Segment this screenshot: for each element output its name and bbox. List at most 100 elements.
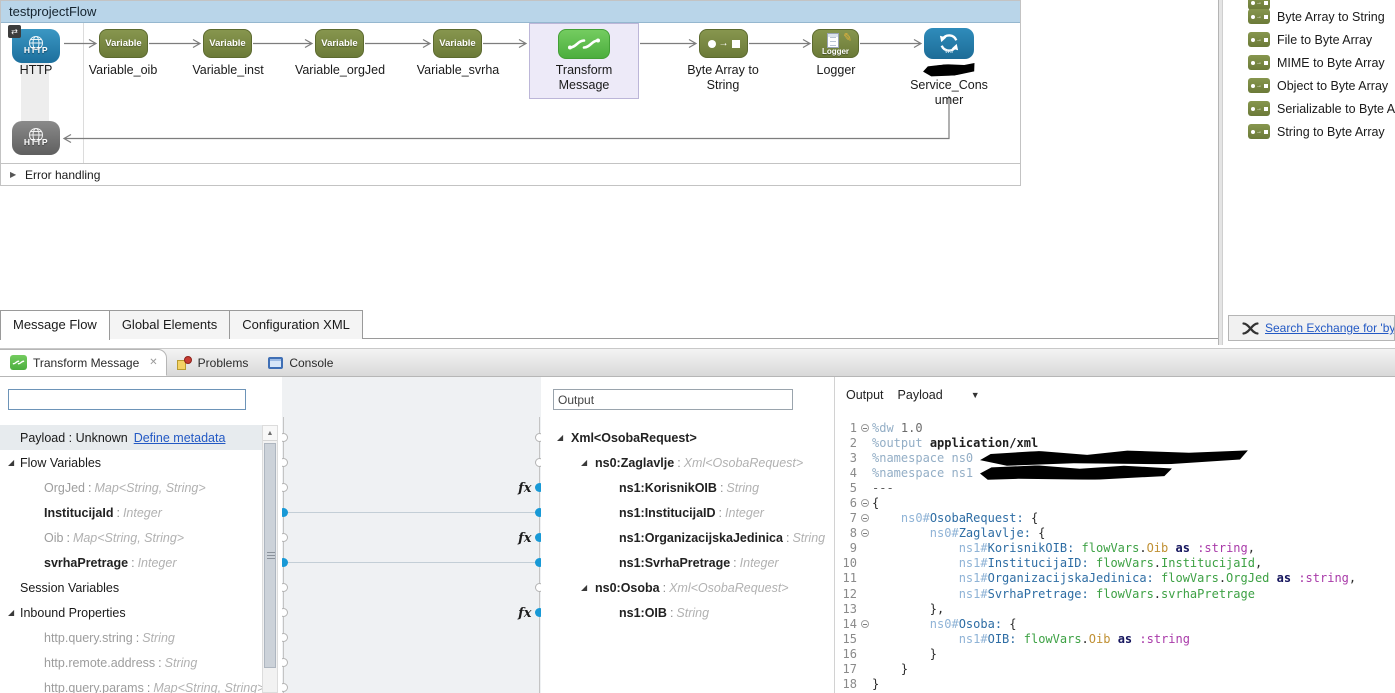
transform-message-node[interactable] xyxy=(558,29,610,59)
variable-node[interactable]: Variable xyxy=(433,29,482,58)
source-anchor-connected[interactable] xyxy=(282,558,288,567)
palette-item[interactable]: → Object to Byte Array xyxy=(1248,74,1395,97)
source-anchor[interactable] xyxy=(282,533,288,542)
field-type: Map<String, String> xyxy=(153,680,262,693)
twistie-expanded-icon[interactable]: ◢ xyxy=(581,458,587,467)
field-type: Map<String, String> xyxy=(72,530,185,545)
fold-marker[interactable] xyxy=(857,423,872,432)
scroll-up-arrow[interactable]: ▲ xyxy=(263,426,277,441)
http-response-node[interactable]: HTTP xyxy=(12,121,60,155)
output-tree-node[interactable]: ns1:OrganizacijskaJedinica : String xyxy=(541,525,835,550)
source-anchor[interactable] xyxy=(282,633,288,642)
node-name: Xml<OsobaRequest> xyxy=(571,430,697,445)
output-header-label: Output xyxy=(846,387,884,402)
output-tree-node[interactable]: ◢ Xml<OsobaRequest> xyxy=(541,425,835,450)
code-editor[interactable]: 1 %dw 1.0 2 %output application/xml 3 %nam… xyxy=(835,412,1395,692)
input-tree-group[interactable]: ◢ Inbound Properties xyxy=(0,600,262,625)
logger-node[interactable]: ✎ Logger xyxy=(812,29,859,58)
service-consumer-label: Service_Cons umer xyxy=(889,63,1009,108)
variable-node[interactable]: Variable xyxy=(203,29,252,58)
tab-transform-message[interactable]: Transform Message ✕ xyxy=(0,349,167,376)
code-line: 18 } xyxy=(835,677,1395,692)
input-tree-field[interactable]: Oib : Map<String, String> xyxy=(0,525,262,550)
line-number: 14 xyxy=(842,616,857,631)
document-icon xyxy=(827,33,839,48)
output-tree-node[interactable]: ns1:InstitucijaID : Integer xyxy=(541,500,835,525)
source-anchor[interactable] xyxy=(282,608,288,617)
search-exchange-link[interactable]: Search Exchange for 'byt xyxy=(1265,321,1394,335)
node-type: Xml<OsobaRequest> xyxy=(669,580,789,595)
flow-editor-tab-message-flow[interactable]: Message Flow xyxy=(0,310,110,340)
error-handling-section[interactable]: ▶ Error handling xyxy=(1,163,1020,185)
flow-canvas[interactable]: ⇄ HTTP HTTP HTTP Variable Variable_oib V… xyxy=(1,23,1020,163)
twistie-expanded-icon[interactable]: ◢ xyxy=(581,583,587,592)
output-tree-node[interactable]: ns1:SvrhaPretrage : Integer xyxy=(541,550,835,575)
field-name: OrgJed xyxy=(44,480,85,495)
http-listener-node[interactable]: ⇄ HTTP xyxy=(8,25,60,63)
input-tree-field[interactable]: InstitucijaId : Integer xyxy=(0,500,262,525)
twistie-expanded-icon[interactable]: ◢ xyxy=(8,608,14,617)
output-tree-node[interactable]: ns1:KorisnikOIB : String xyxy=(541,475,835,500)
tab-problems[interactable]: Problems xyxy=(167,349,259,376)
field-type: String xyxy=(142,630,175,645)
palette-item-label: File to Byte Array xyxy=(1277,32,1373,47)
source-anchor[interactable] xyxy=(282,658,288,667)
fx-expression-icon[interactable]: fx xyxy=(517,481,532,496)
twistie-expanded-icon[interactable]: ◢ xyxy=(557,433,563,442)
twistie-expanded-icon[interactable]: ◢ xyxy=(8,458,14,467)
variable-node[interactable]: Variable xyxy=(315,29,364,58)
variable-node[interactable]: Variable xyxy=(99,29,148,58)
input-tree-panel: Payload : Unknown Define metadata ◢ Flow … xyxy=(0,377,282,693)
flow-editor-tab-global-elements[interactable]: Global Elements xyxy=(109,310,231,339)
source-anchor[interactable] xyxy=(282,483,288,492)
flow-editor-tab-configuration-xml[interactable]: Configuration XML xyxy=(230,310,363,339)
source-anchor[interactable] xyxy=(282,458,288,467)
palette-item[interactable]: → String to Byte Array xyxy=(1248,120,1395,143)
output-filter-field[interactable] xyxy=(553,389,793,410)
source-anchor[interactable] xyxy=(282,433,288,442)
palette-item[interactable]: → Byte Array to String xyxy=(1248,5,1395,28)
input-tree-group[interactable]: Session Variables xyxy=(0,575,262,600)
byte-array-node-label: Byte Array to String xyxy=(687,63,759,92)
web-service-consumer-node[interactable]: ws xyxy=(924,28,974,59)
output-tree-node[interactable]: ◢ ns0:Osoba : Xml<OsobaRequest> xyxy=(541,575,835,600)
source-anchor-connected[interactable] xyxy=(282,508,288,517)
byte-array-to-string-node[interactable]: → xyxy=(699,29,748,58)
palette-item[interactable]: → File to Byte Array xyxy=(1248,28,1395,51)
line-number: 9 xyxy=(849,541,857,556)
scrollbar-thumb[interactable] xyxy=(264,443,276,668)
fold-marker[interactable] xyxy=(857,619,872,628)
palette-item[interactable]: → Serializable to Byte Array xyxy=(1248,97,1395,120)
input-search-field[interactable] xyxy=(8,389,246,410)
mapping-canvas[interactable]: fx fx fx xyxy=(282,377,541,693)
tab-console[interactable]: Console xyxy=(258,349,343,376)
payload-row[interactable]: Payload : Unknown Define metadata xyxy=(0,425,262,450)
palette-sash[interactable] xyxy=(1218,0,1223,345)
code-line: 13 }, xyxy=(835,601,1395,616)
fold-marker[interactable] xyxy=(857,514,872,523)
source-anchor[interactable] xyxy=(282,583,288,592)
dataweave-icon xyxy=(568,38,600,50)
input-tree-field[interactable]: http.query.string : String xyxy=(0,625,262,650)
palette-item[interactable]: → MIME to Byte Array xyxy=(1248,51,1395,74)
search-exchange-bar[interactable]: Search Exchange for 'byt xyxy=(1228,315,1395,341)
input-tree-field[interactable]: svrhaPretrage : Integer xyxy=(0,550,262,575)
byte-transformer-icon: → xyxy=(1248,55,1270,70)
input-tree-field[interactable]: http.remote.address : String xyxy=(0,650,262,675)
fold-marker[interactable] xyxy=(857,529,872,538)
output-tree-node[interactable]: ◢ ns0:Zaglavlje : Xml<OsobaRequest> xyxy=(541,450,835,475)
input-tree-scrollbar[interactable]: ▲ xyxy=(262,425,278,693)
fx-expression-icon[interactable]: fx xyxy=(517,531,532,546)
input-tree-field[interactable]: OrgJed : Map<String, String> xyxy=(0,475,262,500)
source-anchor[interactable] xyxy=(282,683,288,692)
line-number: 18 xyxy=(842,677,857,692)
chevron-down-icon[interactable]: ▼ xyxy=(971,390,980,400)
payload-dropdown[interactable]: Payload xyxy=(898,388,943,402)
define-metadata-link[interactable]: Define metadata xyxy=(134,431,226,445)
input-tree-field[interactable]: http.query.params : Map<String, String> xyxy=(0,675,262,693)
close-icon[interactable]: ✕ xyxy=(149,357,157,368)
fold-marker[interactable] xyxy=(857,499,872,508)
output-tree-node[interactable]: ns1:OIB : String xyxy=(541,600,835,625)
fx-expression-icon[interactable]: fx xyxy=(517,606,532,621)
input-tree-group[interactable]: ◢ Flow Variables xyxy=(0,450,262,475)
